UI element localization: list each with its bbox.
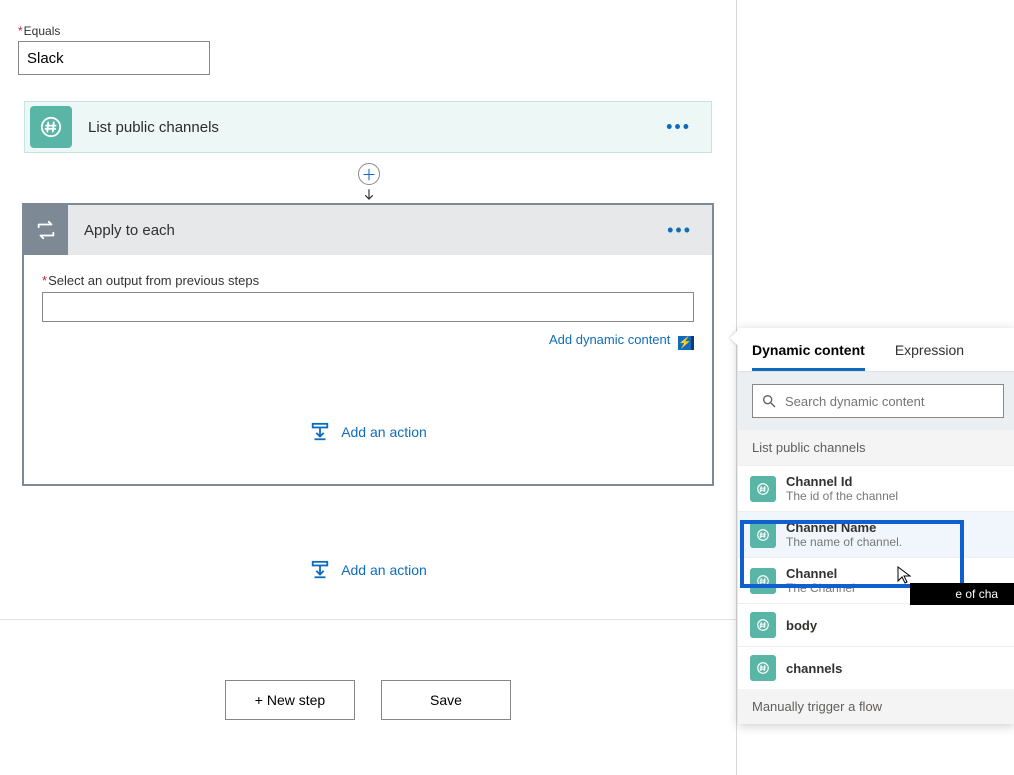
search-icon bbox=[761, 393, 777, 409]
tooltip-visible-text: e of cha bbox=[955, 587, 998, 601]
dynamic-item-desc: The id of the channel bbox=[786, 489, 898, 503]
add-action-label: Add an action bbox=[341, 424, 427, 440]
new-step-button[interactable]: + New step bbox=[225, 680, 355, 720]
tooltip: The nae of cha bbox=[910, 583, 1014, 605]
dynamic-content-popout: Dynamic content Expression List public c… bbox=[738, 328, 1014, 724]
dynamic-item-title: Channel Name bbox=[786, 520, 902, 535]
slack-hash-icon bbox=[750, 612, 776, 638]
popout-caret-icon bbox=[730, 330, 738, 346]
popout-search[interactable] bbox=[752, 384, 1004, 418]
dynamic-item-title: Channel bbox=[786, 566, 855, 581]
slack-hash-icon bbox=[750, 522, 776, 548]
insert-step-button[interactable]: ＋ bbox=[358, 163, 380, 185]
add-action-label: Add an action bbox=[341, 562, 427, 578]
required-asterisk: * bbox=[18, 24, 23, 38]
slack-hash-icon bbox=[30, 106, 72, 148]
bottom-button-bar: + New step Save bbox=[0, 680, 736, 720]
add-dynamic-content-row: Add dynamic content ⚡ bbox=[42, 332, 694, 350]
add-action-icon bbox=[309, 422, 331, 442]
dynamic-item-desc: The Channel bbox=[786, 581, 855, 595]
dynamic-item-channel-id[interactable]: Channel Id The id of the channel bbox=[738, 465, 1014, 511]
dynamic-item-title: Channel Id bbox=[786, 474, 898, 489]
list-public-channels-title: List public channels bbox=[88, 119, 219, 136]
bottom-divider bbox=[0, 619, 736, 620]
popout-search-input[interactable] bbox=[785, 394, 995, 409]
select-output-label-text: Select an output from previous steps bbox=[48, 273, 259, 288]
apply-to-each-menu[interactable]: ••• bbox=[667, 220, 692, 241]
apply-to-each-card: Apply to each ••• *Select an output from… bbox=[22, 203, 714, 486]
add-action-inside-button[interactable]: Add an action bbox=[42, 422, 694, 442]
equals-label: *Equals bbox=[18, 24, 210, 38]
add-dynamic-content-link[interactable]: Add dynamic content bbox=[549, 332, 670, 347]
select-output-label: *Select an output from previous steps bbox=[42, 273, 694, 288]
dynamic-item-channel-name[interactable]: Channel Name The name of channel. bbox=[738, 511, 1014, 557]
required-asterisk: * bbox=[42, 273, 47, 288]
list-public-channels-card[interactable]: List public channels ••• bbox=[24, 101, 712, 153]
add-action-outside-button[interactable]: Add an action bbox=[22, 560, 714, 580]
popout-section-manual-trigger: Manually trigger a flow bbox=[738, 689, 1014, 724]
equals-input[interactable] bbox=[18, 41, 210, 75]
dynamic-item-body[interactable]: body bbox=[738, 603, 1014, 646]
list-public-channels-menu[interactable]: ••• bbox=[666, 117, 691, 138]
slack-hash-icon bbox=[750, 476, 776, 502]
save-button[interactable]: Save bbox=[381, 680, 511, 720]
panel-divider bbox=[736, 0, 737, 775]
popout-section-list-public-channels: List public channels bbox=[738, 430, 1014, 465]
flow-canvas: *Equals List public channels ••• ＋ Apply… bbox=[0, 0, 736, 775]
tab-expression[interactable]: Expression bbox=[895, 342, 964, 371]
add-action-icon bbox=[309, 560, 331, 580]
popout-tabbar: Dynamic content Expression bbox=[738, 328, 1014, 372]
add-dynamic-content-text: Add dynamic content bbox=[549, 332, 670, 347]
dynamic-item-desc: The name of channel. bbox=[786, 535, 902, 549]
loop-icon bbox=[24, 205, 68, 255]
apply-to-each-body: *Select an output from previous steps Ad… bbox=[24, 255, 712, 484]
dynamic-content-badge-icon[interactable]: ⚡ bbox=[678, 336, 694, 350]
equals-label-text: Equals bbox=[24, 24, 61, 38]
dynamic-item-channels[interactable]: channels bbox=[738, 646, 1014, 689]
equals-field-group: *Equals bbox=[18, 24, 210, 75]
slack-hash-icon bbox=[750, 655, 776, 681]
select-output-input[interactable] bbox=[42, 292, 694, 322]
apply-to-each-header[interactable]: Apply to each ••• bbox=[24, 205, 712, 255]
dynamic-item-title: body bbox=[786, 618, 817, 633]
slack-hash-icon bbox=[750, 568, 776, 594]
dynamic-item-title: channels bbox=[786, 661, 842, 676]
tab-dynamic-content[interactable]: Dynamic content bbox=[752, 342, 865, 371]
popout-search-wrap bbox=[738, 372, 1014, 430]
apply-to-each-title: Apply to each bbox=[84, 222, 175, 239]
